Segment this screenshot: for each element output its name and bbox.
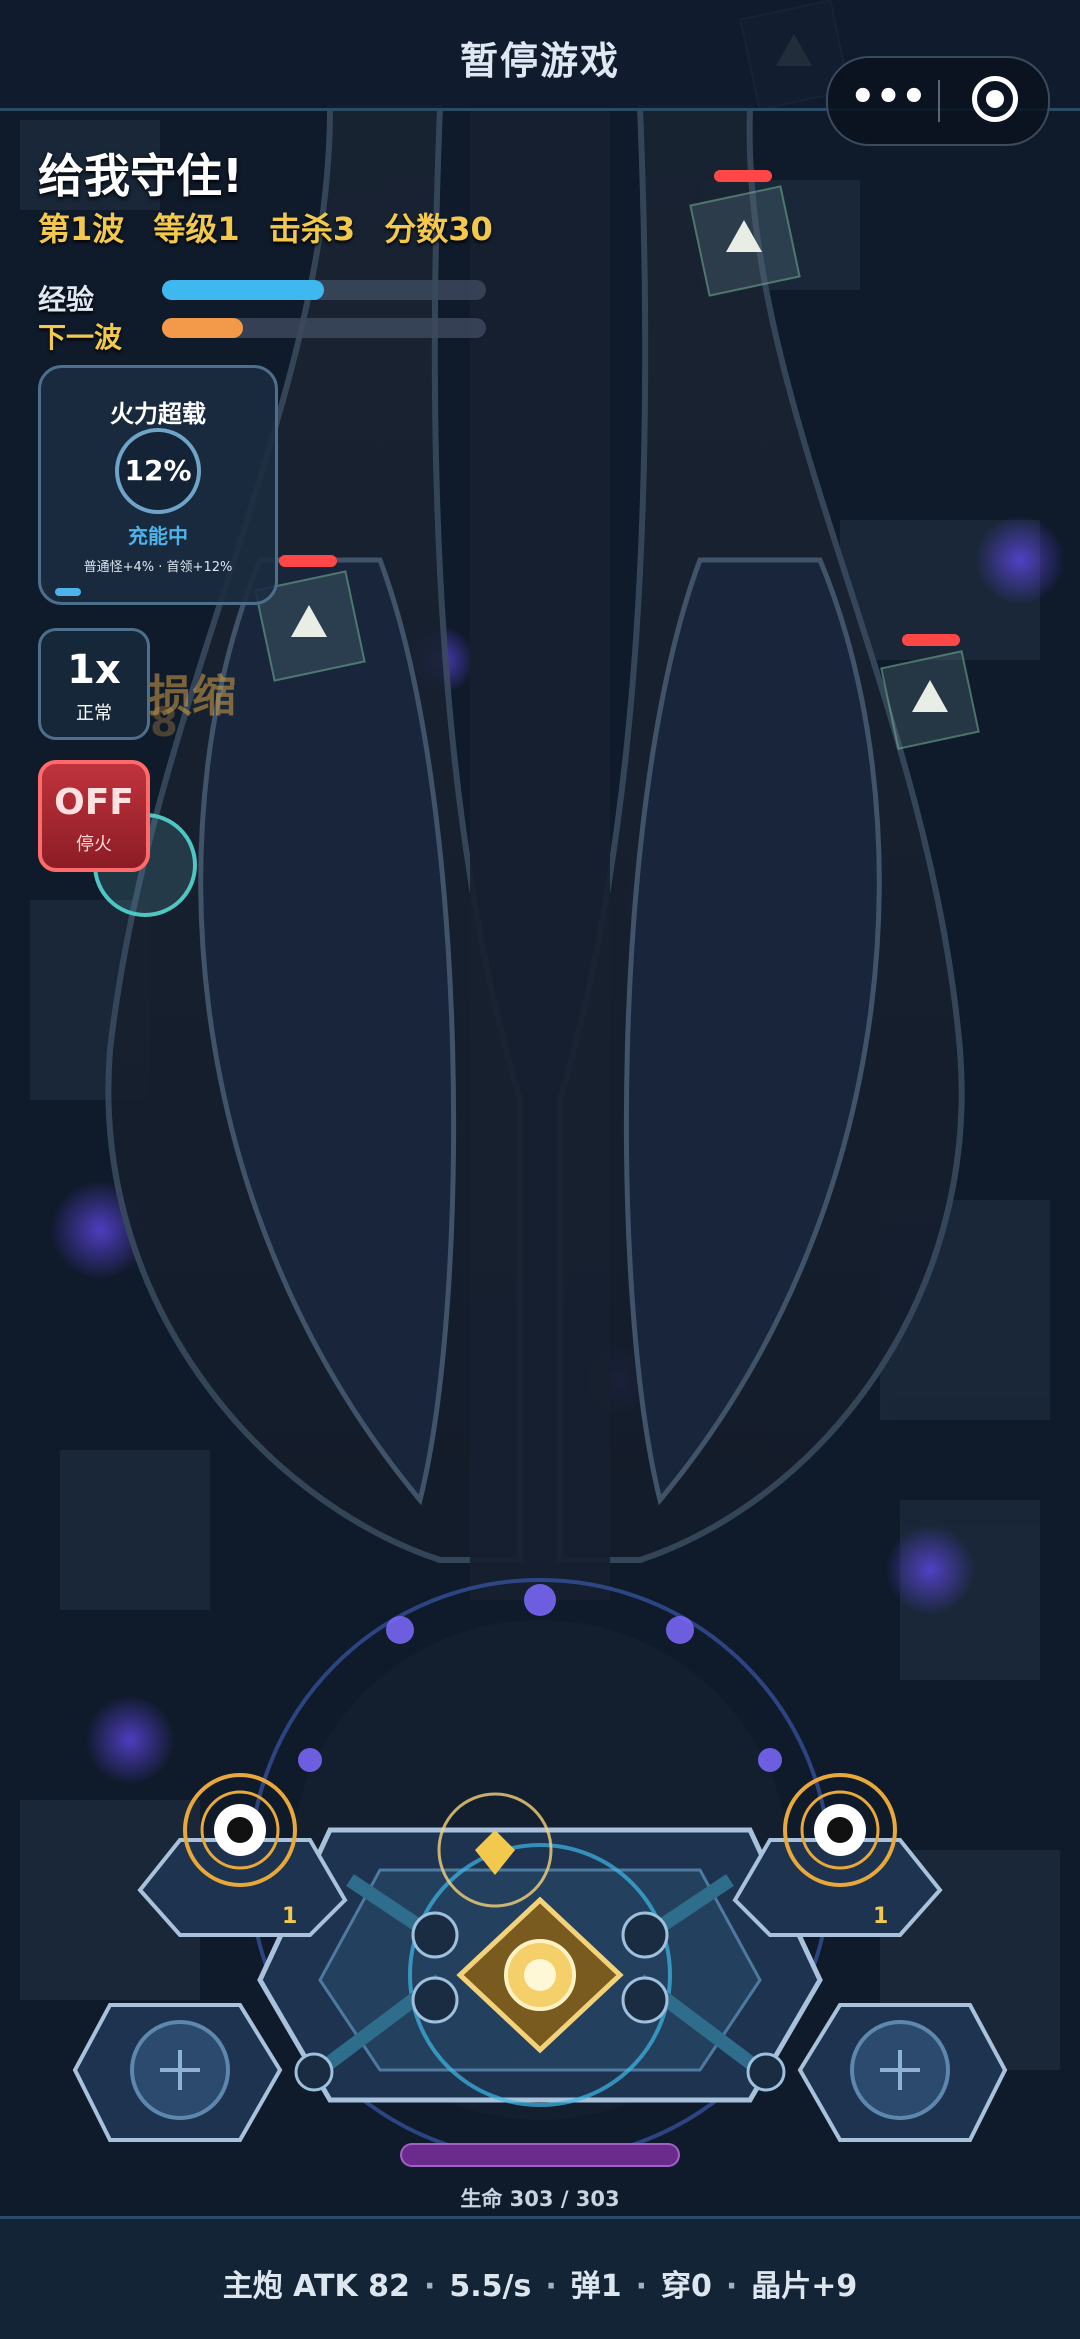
separator: ·: [423, 2269, 436, 2304]
enemy-health-bar: [902, 634, 960, 646]
exp-label: 经验: [38, 283, 95, 316]
right-turret-level: 1: [873, 1904, 889, 1929]
mini-program-capsule: •••: [826, 56, 1050, 146]
level-stat: 等级1: [153, 210, 240, 248]
right-empty-slot[interactable]: [840, 2010, 960, 2130]
main-cannon-core[interactable]: [460, 1900, 620, 2050]
overload-charge-ring: 12%: [115, 428, 201, 514]
enemy-drone[interactable]: [689, 170, 801, 297]
base-health-text: 生命 303 / 303: [460, 2187, 620, 2211]
fire-value: OFF: [54, 782, 134, 823]
speed-value: 1x: [67, 647, 121, 693]
fire-rate: 5.5/s: [449, 2269, 532, 2304]
next-wave-bar-fill: [162, 318, 243, 338]
right-turret[interactable]: [780, 1770, 900, 1890]
floating-number: 8: [150, 700, 178, 746]
enemy-triangle-icon: [912, 680, 948, 712]
kills-stat: 击杀3: [268, 210, 356, 248]
headline: 给我守住!: [38, 149, 243, 203]
left-turret[interactable]: [180, 1770, 300, 1890]
left-empty-slot[interactable]: [120, 2010, 240, 2130]
enemy-drone[interactable]: [880, 634, 990, 754]
speed-label: 正常: [76, 703, 112, 724]
overload-status: 充能中: [128, 524, 188, 548]
target-circle-icon[interactable]: [972, 76, 1018, 122]
base-health-bar: [400, 2143, 680, 2167]
enemy-health-bar: [714, 170, 772, 182]
enemy-triangle-icon: [726, 220, 762, 252]
overload-bonus: 普通怪+4% · 首领+12%: [83, 560, 233, 575]
capsule-divider: [938, 80, 940, 122]
separator: ·: [635, 2269, 647, 2304]
exp-bar-fill: [162, 280, 324, 300]
overload-title: 火力超载: [110, 400, 206, 428]
separator: ·: [725, 2269, 738, 2304]
next-wave-label: 下一波: [38, 321, 123, 354]
fire-label: 停火: [76, 834, 112, 855]
enemy-triangle-icon: [291, 605, 327, 637]
overload-percent: 12%: [124, 454, 192, 487]
firepower-overload-panel[interactable]: 火力超载 12% 充能中 普通怪+4% · 首领+12%: [38, 365, 278, 605]
score-stat: 分数30: [384, 210, 493, 248]
left-turret-level: 1: [282, 1904, 298, 1929]
stats-line: 第1波 等级1 击杀3 分数30: [38, 204, 511, 250]
exp-bar: [162, 280, 486, 300]
speed-toggle-button[interactable]: 1x 正常: [38, 628, 150, 740]
main-gun-atk: 主炮 ATK 82: [222, 2269, 410, 2304]
shard-count: 晶片+9: [751, 2269, 858, 2304]
bullet-count: 弹1: [570, 2269, 622, 2304]
game-stage[interactable]: 暂停游戏 ••• 给我守住! 第1波 等级1 击杀3 分数30 经验 下一波 火…: [0, 0, 1080, 2339]
footer-stats-line: 主炮 ATK 82 · 5.5/s · 弹1 · 穿0 · 晶片+9: [0, 2261, 1080, 2305]
more-dots-icon[interactable]: •••: [850, 77, 927, 122]
wave-stat: 第1波: [38, 210, 125, 248]
enemy-health-bar: [279, 555, 337, 567]
footer-stats-bar: 主炮 ATK 82 · 5.5/s · 弹1 · 穿0 · 晶片+9: [0, 2216, 1080, 2339]
separator: ·: [545, 2269, 557, 2304]
next-wave-bar: [162, 318, 486, 338]
pierce-count: 穿0: [661, 2269, 712, 2304]
ceasefire-toggle-button[interactable]: OFF 停火: [38, 760, 150, 872]
overload-progress: [55, 588, 81, 596]
